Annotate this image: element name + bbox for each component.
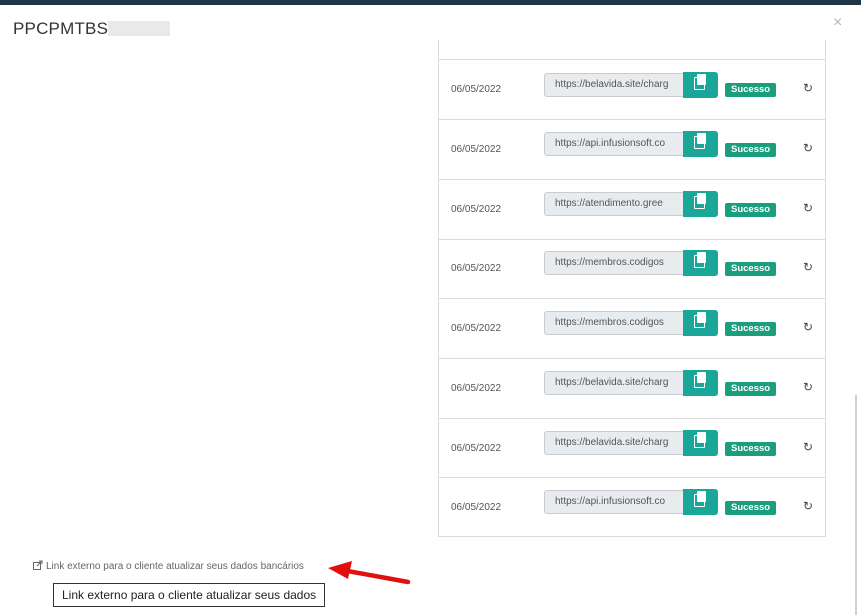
refresh-icon[interactable]: ↻ [803,380,813,394]
status-badge: Sucesso [725,501,777,515]
url-field[interactable]: https://membros.codigos [544,311,684,335]
url-field[interactable]: https://atendimento.gree [544,192,684,216]
external-link-label: Link externo para o cliente atualizar se… [46,561,304,572]
table-row: 06/05/2022 https://belavida.site/charg S… [439,59,825,119]
row-date: 06/05/2022 [451,502,502,513]
refresh-icon[interactable]: ↻ [803,201,813,215]
row-date: 06/05/2022 [451,84,502,95]
copy-button[interactable] [683,72,718,98]
table-row: 06/05/2022 https://belavida.site/charg S… [439,358,825,418]
status-badge: Sucesso [725,382,777,396]
row-date: 06/05/2022 [451,443,502,454]
modal-title: PPCPMTBS [13,19,171,39]
copy-button[interactable] [683,370,718,396]
external-link-icon [33,560,43,570]
status-badge: Sucesso [725,83,777,97]
row-date: 06/05/2022 [451,144,502,155]
webhook-log-panel: 06/05/2022 https://belavida.site/charg S… [438,40,826,537]
refresh-icon[interactable]: ↻ [803,260,813,274]
copy-button[interactable] [683,489,718,515]
copy-button[interactable] [683,310,718,336]
top-bar [0,0,861,5]
status-badge: Sucesso [725,262,777,276]
status-badge: Sucesso [725,442,777,456]
copy-button[interactable] [683,131,718,157]
refresh-icon[interactable]: ↻ [803,81,813,95]
refresh-icon[interactable]: ↻ [803,440,813,454]
url-field[interactable]: https://belavida.site/charg [544,371,684,395]
row-date: 06/05/2022 [451,383,502,394]
url-field[interactable]: https://api.infusionsoft.co [544,490,684,514]
redacted-block [108,21,171,36]
table-row: 06/05/2022 https://api.infusionsoft.co S… [439,477,825,537]
copy-button[interactable] [683,430,718,456]
close-icon[interactable]: × [833,14,842,32]
copy-button[interactable] [683,191,718,217]
status-badge: Sucesso [725,203,777,217]
tooltip: Link externo para o cliente atualizar se… [53,583,326,607]
url-field[interactable]: https://api.infusionsoft.co [544,132,684,156]
row-date: 06/05/2022 [451,323,502,334]
url-field[interactable]: https://belavida.site/charg [544,73,684,97]
status-badge: Sucesso [725,143,777,157]
row-date: 06/05/2022 [451,204,502,215]
table-row: 06/05/2022 https://membros.codigos Suces… [439,239,825,299]
url-field[interactable]: https://membros.codigos [544,251,684,275]
status-badge: Sucesso [725,322,777,336]
external-link[interactable]: Link externo para o cliente atualizar se… [33,560,304,572]
refresh-icon[interactable]: ↻ [803,141,813,155]
scrollbar[interactable] [855,395,857,615]
url-field[interactable]: https://belavida.site/charg [544,431,684,455]
refresh-icon[interactable]: ↻ [803,320,813,334]
refresh-icon[interactable]: ↻ [803,499,813,513]
table-row: 06/05/2022 https://belavida.site/charg S… [439,418,825,478]
table-row: 06/05/2022 https://api.infusionsoft.co S… [439,119,825,179]
red-arrow-annotation [328,561,411,585]
table-row: 06/05/2022 https://membros.codigos Suces… [439,298,825,358]
row-date: 06/05/2022 [451,263,502,274]
table-row: 06/05/2022 https://atendimento.gree Suce… [439,179,825,239]
copy-button[interactable] [683,250,718,276]
